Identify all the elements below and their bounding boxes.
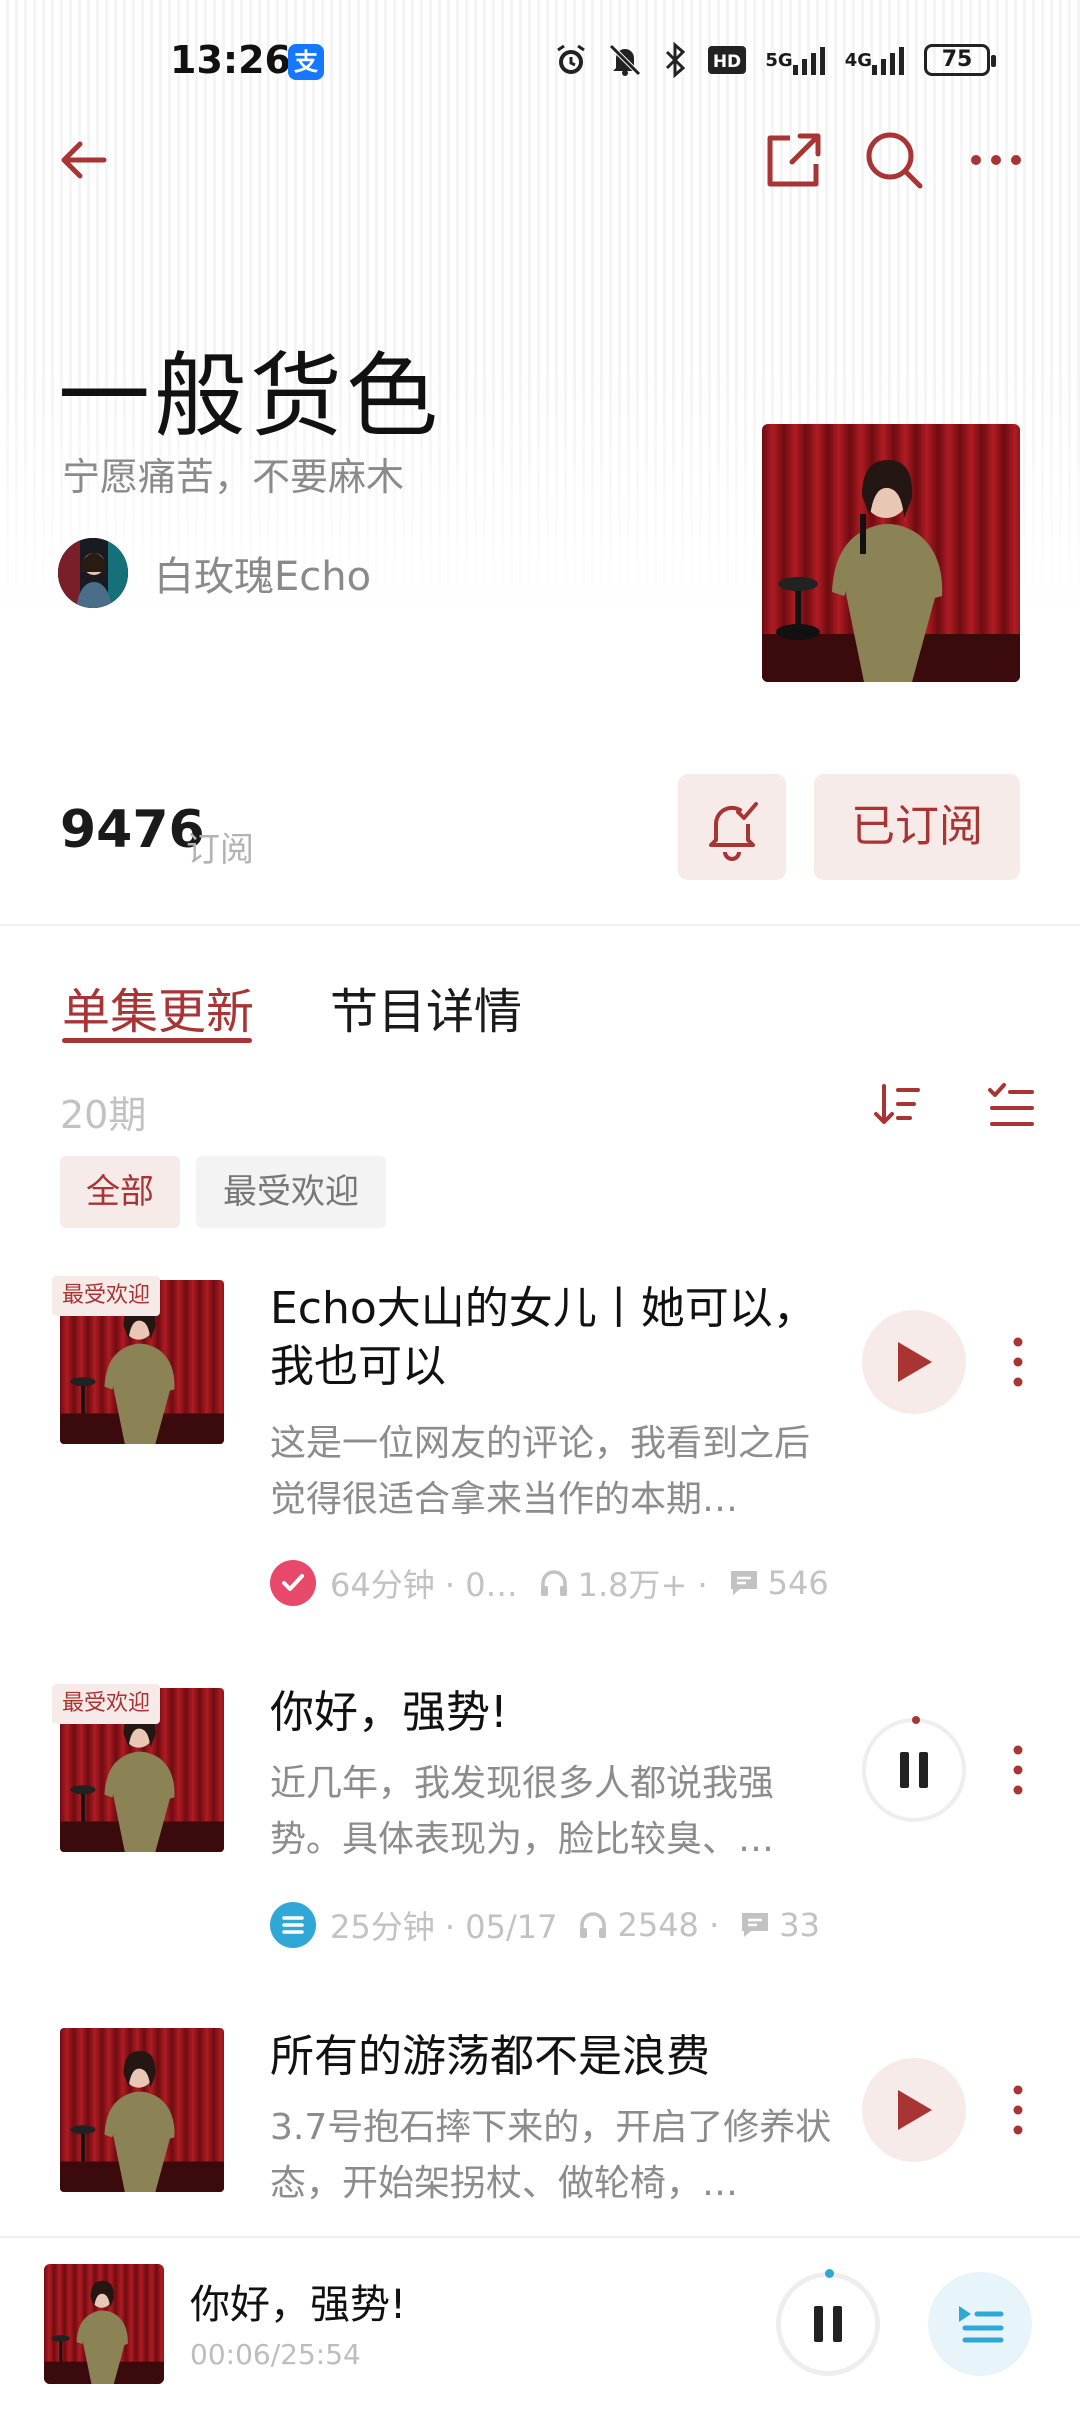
notification-button[interactable] (678, 774, 786, 880)
episode-comments: 546 (767, 1564, 829, 1602)
pause-button[interactable] (862, 1716, 966, 1822)
episode-title[interactable]: 所有的游荡都不是浪费 (270, 2028, 830, 2086)
check-circle-icon (270, 1560, 316, 1606)
bell-check-icon (709, 802, 758, 861)
back-button[interactable] (54, 130, 114, 190)
subscriber-count: 9476 (60, 800, 205, 860)
episode-title[interactable]: 你好，强势! (270, 1684, 830, 1742)
episode-cover[interactable] (60, 2028, 224, 2192)
status-time: 13:26 (170, 38, 291, 82)
progress-indicator (825, 2269, 834, 2278)
episode-description: 3.7号抱石摔下来的，开启了修养状态，开始架拐杖、做轮椅，… (270, 2107, 832, 2204)
episode-description: 这是一位网友的评论，我看到之后觉得很适合拿来当作的本期… (270, 1423, 811, 1520)
episode-duration: 64分钟 · 0… (330, 1566, 518, 1604)
episode-meta: 64分钟 · 0… 1.8万+ · 546 (270, 1558, 829, 1608)
episode-count: 20期 (60, 1093, 147, 1137)
author-name[interactable]: 白玫瑰Echo (154, 544, 371, 602)
tab-details[interactable]: 节目详情 (330, 972, 522, 1042)
alarm-icon (553, 42, 589, 78)
podcast-cover[interactable] (762, 424, 1020, 682)
arrow-left-icon (61, 141, 107, 179)
mini-player-time: 00:06/25:54 (190, 2338, 361, 2371)
status-icons: HD 5G 4G 75 (553, 42, 996, 78)
play-button[interactable] (862, 2058, 966, 2162)
sort-button[interactable] (872, 1080, 922, 1130)
more-vertical-icon (1013, 2085, 1023, 2135)
episode-more-button[interactable] (1000, 1740, 1036, 1800)
episode-comments: 33 (779, 1906, 820, 1944)
subscriber-label: 订阅 (186, 830, 254, 870)
bluetooth-icon (661, 42, 689, 78)
playlist-button[interactable] (928, 2272, 1032, 2376)
share-icon (767, 133, 821, 187)
episode-meta: 25分钟 · 05/17 2548 · 33 (270, 1900, 820, 1950)
author-avatar[interactable] (58, 538, 128, 608)
author-link[interactable]: 白玫瑰Echo (58, 538, 371, 608)
playlist-icon (270, 1902, 316, 1948)
more-button[interactable] (968, 140, 1024, 180)
multi-select-button[interactable] (986, 1080, 1036, 1130)
play-button[interactable] (862, 1310, 966, 1414)
pause-icon (814, 2306, 842, 2342)
play-icon (898, 2090, 932, 2130)
comment-icon (739, 1909, 771, 1941)
status-bar: 13:26 支 HD 5G 4G 75 (0, 0, 1080, 128)
podcast-subtitle: 宁愿痛苦，不要麻木 (62, 455, 405, 499)
mini-player-title[interactable]: 你好，强势! (190, 2272, 406, 2330)
episode-plays: 1.8万+ · (577, 1566, 708, 1604)
episode-more-button[interactable] (1000, 1332, 1036, 1392)
filter-chip-all[interactable]: 全部 (60, 1156, 180, 1228)
mini-player-pause-button[interactable] (776, 2269, 880, 2376)
sort-icon (874, 1084, 920, 1124)
filter-chip-popular[interactable]: 最受欢迎 (196, 1156, 386, 1228)
signal-5g-icon: 5G (765, 42, 826, 78)
mute-bell-icon (607, 42, 643, 78)
tab-indicator (62, 1038, 252, 1043)
podcast-title: 一般货色 (58, 343, 443, 450)
popular-badge: 最受欢迎 (52, 1684, 161, 1724)
more-vertical-icon (1013, 1745, 1023, 1795)
episode-duration: 25分钟 · 05/17 (330, 1908, 558, 1946)
headphones-icon (538, 1567, 570, 1599)
more-horizontal-icon (971, 155, 1021, 165)
signal-4g-icon: 4G (845, 42, 906, 78)
network-4g-label: 4G (844, 49, 872, 71)
search-icon (866, 132, 923, 189)
hd-icon: HD (707, 42, 747, 78)
headphones-icon (577, 1909, 609, 1941)
alipay-icon: 支 (288, 44, 324, 80)
play-icon (898, 1342, 932, 1382)
svg-text:HD: HD (713, 52, 741, 72)
popular-badge: 最受欢迎 (52, 1276, 161, 1316)
episode-more-button[interactable] (1000, 2080, 1036, 2140)
episode-title[interactable]: Echo大山的女儿丨她可以，我也可以 (270, 1280, 830, 1396)
mini-player-cover[interactable] (44, 2264, 164, 2384)
subscribed-button[interactable]: 已订阅 (814, 774, 1020, 880)
section-divider (0, 924, 1080, 926)
battery-icon: 75 (924, 44, 996, 76)
share-button[interactable] (762, 130, 824, 192)
episode-plays: 2548 · (617, 1906, 720, 1944)
progress-indicator (912, 1716, 920, 1724)
episode-description: 近几年，我发现很多人都说我强势。具体表现为，脸比较臭、… (270, 1763, 775, 1860)
checklist-icon (988, 1083, 1034, 1126)
more-vertical-icon (1013, 1337, 1023, 1387)
pause-icon (900, 1752, 928, 1788)
comment-icon (728, 1567, 760, 1599)
queue-list-icon (959, 2306, 1004, 2343)
search-button[interactable] (862, 128, 926, 192)
tab-episodes[interactable]: 单集更新 (62, 972, 254, 1042)
network-5g-label: 5G (765, 49, 793, 71)
mini-player[interactable]: 你好，强势! 00:06/25:54 (0, 2236, 1080, 2412)
